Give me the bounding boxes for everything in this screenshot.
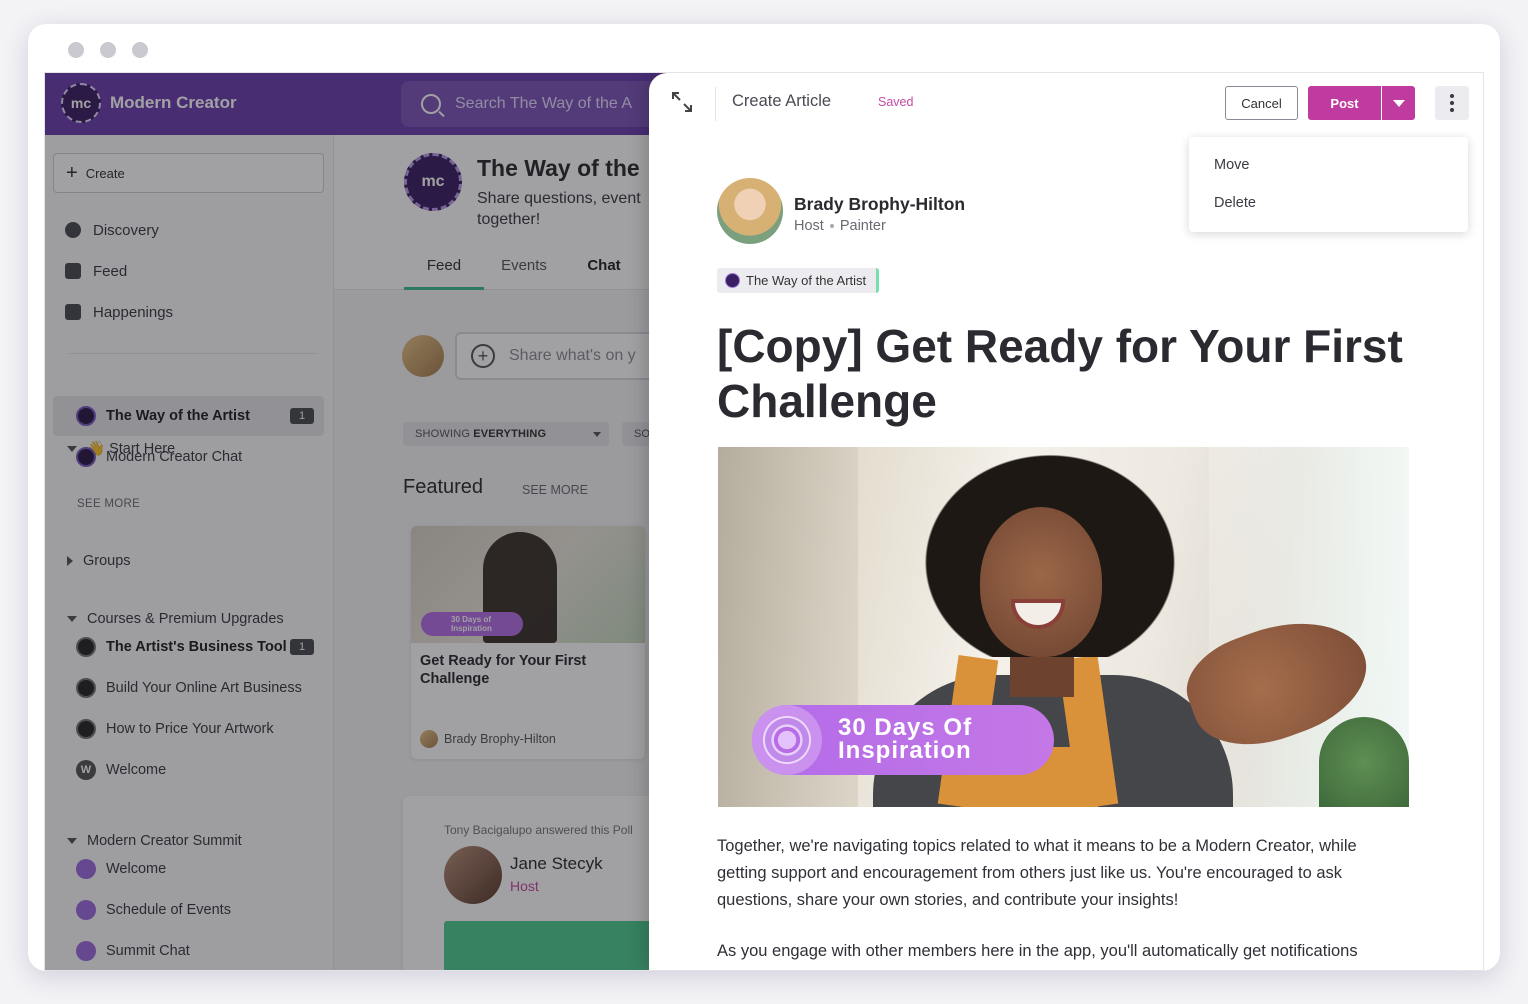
ring-icon <box>752 705 822 775</box>
author-avatar <box>717 178 783 244</box>
space-avatar <box>725 273 740 288</box>
chevron-down-icon <box>1392 99 1405 107</box>
menu-item-move[interactable]: Move <box>1214 157 1249 173</box>
window-dot-minimize[interactable] <box>100 42 116 58</box>
article-title[interactable]: [Copy] Get Ready for Your First Challeng… <box>717 319 1437 429</box>
person-face <box>980 507 1102 657</box>
more-vertical-icon-dot <box>1450 108 1454 112</box>
divider <box>715 87 716 121</box>
browser-window: mc Modern Creator + Create Discovery Fee… <box>28 24 1500 971</box>
more-vertical-icon <box>1450 94 1454 98</box>
menu-item-delete[interactable]: Delete <box>1214 195 1256 211</box>
more-vertical-icon-dot <box>1450 101 1454 105</box>
save-status: Saved <box>878 95 914 109</box>
author-name: Brady Brophy-Hilton <box>794 194 966 214</box>
app: mc Modern Creator + Create Discovery Fee… <box>44 72 1484 971</box>
cancel-button[interactable]: Cancel <box>1225 86 1298 120</box>
window-controls <box>68 42 148 58</box>
space-tag[interactable]: The Way of the Artist <box>717 268 880 293</box>
hero-badge: 30 Days Of Inspiration <box>752 705 1054 775</box>
article-paragraph[interactable]: As you engage with other members here in… <box>717 938 1407 965</box>
hero-badge-text: 30 Days Of Inspiration <box>838 714 973 764</box>
author-subtitle: Painter <box>839 218 886 234</box>
expand-icon <box>672 92 692 112</box>
space-tag-label: The Way of the Artist <box>746 273 867 288</box>
post-button[interactable]: Post <box>1308 86 1381 120</box>
separator-dot <box>829 224 834 228</box>
plant <box>1319 717 1409 807</box>
more-options-button[interactable] <box>1435 86 1469 120</box>
hero-image[interactable]: 30 Days Of Inspiration <box>718 447 1409 807</box>
drawer-title: Create Article <box>732 92 832 110</box>
post-options-button[interactable] <box>1382 86 1415 120</box>
expand-button[interactable] <box>669 89 695 115</box>
options-menu: Move Delete <box>1189 137 1468 232</box>
author-role: Host <box>794 218 824 234</box>
create-article-drawer: Create Article Saved Cancel Post Move De… <box>649 73 1483 970</box>
window-dot-maximize[interactable] <box>132 42 148 58</box>
author-meta: Host Painter <box>794 218 886 234</box>
article-paragraph[interactable]: Together, we're navigating topics relate… <box>717 833 1407 914</box>
window-dot-close[interactable] <box>68 42 84 58</box>
